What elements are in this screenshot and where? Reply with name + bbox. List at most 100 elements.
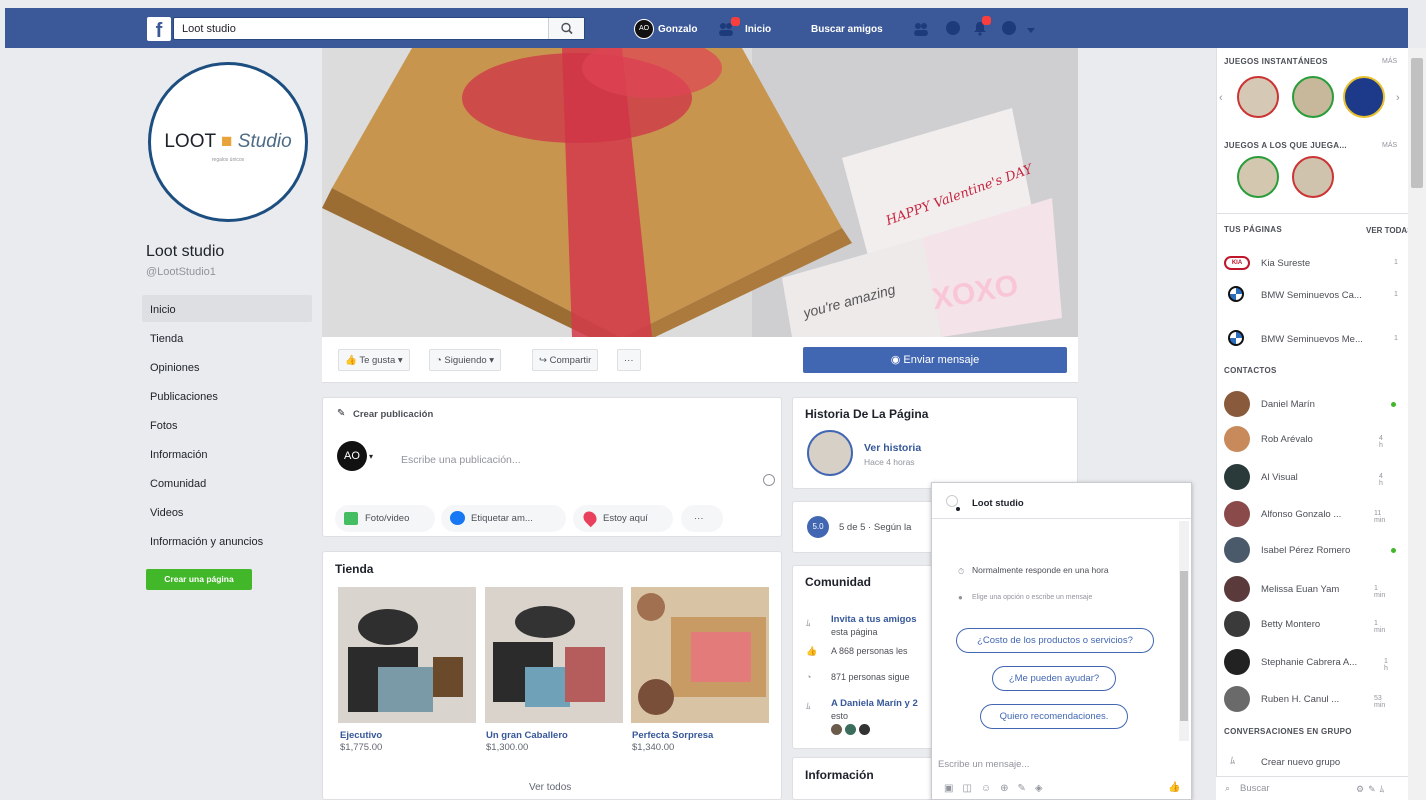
chat-option-help[interactable]: ¿Me pueden ayudar? (992, 666, 1116, 691)
sidebar-options-icons[interactable]: ⚙✎ﾑ (1356, 782, 1388, 795)
left-nav-tienda[interactable]: Tienda (142, 324, 312, 351)
create-group-link[interactable]: Crear nuevo grupo (1261, 757, 1340, 768)
cover-photo[interactable]: HAPPY Valentine's DAY XOXO you're amazin… (322, 48, 1078, 337)
like-button[interactable]: 👍 Te gusta ▾ (338, 349, 410, 371)
played-game-thumbnail-1[interactable] (1237, 156, 1279, 198)
sidebar-divider (1216, 213, 1408, 214)
page-handle[interactable]: @LootStudio1 (146, 266, 216, 278)
search-button[interactable] (548, 18, 584, 39)
user-name-link[interactable]: Gonzalo (658, 24, 697, 35)
played-game-thumbnail-2[interactable] (1292, 156, 1334, 198)
left-nav-informacion[interactable]: Información (142, 440, 312, 467)
friends-avatars[interactable] (831, 724, 881, 736)
composer-input[interactable]: Escribe una publicación... (401, 454, 521, 466)
left-nav-opiniones[interactable]: Opiniones (142, 353, 312, 380)
chat-option-recommendations[interactable]: Quiero recomendaciones. (980, 704, 1128, 729)
shop-item-price-3: $1,340.00 (632, 742, 675, 753)
shop-item-name-2[interactable]: Un gran Caballero (486, 730, 568, 741)
contact-name: Stephanie Cabrera A... (1261, 657, 1358, 668)
shop-item-image-3[interactable] (631, 587, 769, 723)
page-name-label: BMW Seminuevos Me... (1261, 334, 1363, 345)
page-likes-text: A 868 personas les (831, 646, 908, 656)
help-icon[interactable] (1002, 21, 1016, 35)
messenger-icon[interactable] (946, 21, 960, 35)
kia-logo-text: KIA (1231, 260, 1243, 266)
page-name-label: BMW Seminuevos Ca... (1261, 290, 1362, 301)
chat-title[interactable]: Loot studio (972, 498, 1024, 509)
view-story-link[interactable]: Ver historia (864, 442, 921, 454)
followers-icon: ◔ (806, 672, 812, 682)
contact-name: Ruben H. Canul ... (1261, 694, 1340, 705)
game-thumbnail-1[interactable] (1237, 76, 1279, 118)
left-nav-fotos[interactable]: Fotos (142, 411, 312, 438)
contact-last-active: 1 min (1374, 620, 1386, 634)
nav-find-friends-link[interactable]: Buscar amigos (811, 24, 883, 35)
account-menu-chevron-down-icon[interactable] (1027, 25, 1035, 33)
chat-option-cost[interactable]: ¿Costo de los productos o servicios? (956, 628, 1154, 653)
left-nav-videos[interactable]: Videos (142, 498, 312, 525)
shop-item-image-2[interactable] (485, 587, 623, 723)
shop-title[interactable]: Tienda (335, 562, 373, 576)
photo-video-button[interactable]: Foto/video (335, 505, 435, 532)
contact-name: Melissa Euan Yam (1261, 584, 1340, 595)
logo-box-icon: ■ (221, 131, 233, 152)
photo-icon (344, 512, 358, 525)
chat-tool-icons[interactable]: ▣◫☺⊕✎◈ (944, 783, 1052, 794)
friends-like-link[interactable]: A Daniela Marín y 2 (831, 698, 918, 709)
chat-header[interactable] (932, 483, 1191, 519)
kia-logo-icon: KIA (1224, 256, 1250, 270)
game-thumbnail-2[interactable] (1292, 76, 1334, 118)
games-played-heading[interactable]: JUEGOS A LOS QUE JUEGA... (1224, 141, 1347, 150)
shop-item-name-1[interactable]: Ejecutivo (340, 730, 382, 741)
instant-games-heading[interactable]: JUEGOS INSTANTÁNEOS (1224, 57, 1328, 66)
chat-like-thumb-icon[interactable]: 👍 (1168, 782, 1180, 793)
page-scrollbar-thumb[interactable] (1411, 58, 1423, 188)
carousel-next-chevron-icon[interactable]: › (1396, 92, 1400, 104)
instant-games-more-link[interactable]: MÁS (1382, 58, 1397, 65)
community-title[interactable]: Comunidad (805, 575, 871, 589)
nav-home-link[interactable]: Inicio (745, 24, 771, 35)
page-name[interactable]: Loot studio (146, 243, 224, 261)
left-nav-informacion-anuncios[interactable]: Información y anuncios (142, 527, 312, 554)
info-title[interactable]: Información (805, 768, 874, 782)
shop-see-all-link[interactable]: Ver todos (529, 782, 571, 793)
story-time: Hace 4 horas (864, 457, 915, 467)
see-all-pages-link[interactable]: VER TODAS (1366, 226, 1413, 235)
tag-friends-button[interactable]: Etiquetar am... (441, 505, 566, 532)
emoji-icon[interactable] (763, 474, 775, 486)
create-page-button[interactable]: Crear una página (146, 569, 252, 590)
shop-item-name-3[interactable]: Perfecta Sorpresa (632, 730, 713, 741)
chat-scrollbar[interactable] (1179, 521, 1189, 741)
composer-avatar[interactable]: AO (337, 441, 367, 471)
chat-input[interactable]: Escribe un mensaje... (938, 758, 1184, 776)
sidebar-search-input[interactable]: Buscar (1240, 783, 1270, 794)
games-played-more-link[interactable]: MÁS (1382, 142, 1397, 149)
send-message-button[interactable]: ◉ Enviar mensaje (803, 347, 1067, 373)
page-scrollbar[interactable] (1408, 48, 1426, 800)
page-profile-picture[interactable]: LOOT ■ Studio regalos únicos (148, 62, 308, 222)
facebook-logo-icon[interactable]: f (147, 17, 171, 42)
story-thumbnail[interactable] (807, 430, 853, 476)
left-nav-inicio[interactable]: Inicio (142, 295, 312, 322)
carousel-prev-chevron-icon[interactable]: ‹ (1219, 92, 1223, 104)
like-label: Te gusta (359, 355, 396, 366)
invite-friends-link[interactable]: Invita a tus amigos (831, 614, 917, 625)
share-button[interactable]: ↪ Compartir (532, 349, 599, 371)
check-in-button[interactable]: Estoy aquí (573, 505, 673, 532)
shop-item-image-1[interactable] (338, 587, 476, 723)
left-nav-publicaciones[interactable]: Publicaciones (142, 382, 312, 409)
search-input[interactable]: Loot studio (173, 17, 585, 40)
user-avatar[interactable]: AO (634, 19, 654, 39)
friend-requests-icon[interactable] (913, 22, 929, 36)
chat-online-dot (956, 507, 960, 511)
composer-more-button[interactable]: ··· (681, 505, 723, 532)
left-nav-comunidad[interactable]: Comunidad (142, 469, 312, 496)
more-actions-button[interactable]: ··· (617, 349, 641, 371)
chevron-down-icon[interactable]: ▾ (369, 452, 373, 461)
left-nav-label: Videos (150, 507, 184, 519)
following-button[interactable]: ◔ Siguiendo ▾ (429, 349, 502, 371)
game-thumbnail-3[interactable] (1343, 76, 1385, 118)
create-post-title[interactable]: Crear publicación (353, 409, 433, 420)
chat-scrollbar-thumb[interactable] (1180, 571, 1188, 721)
your-pages-heading[interactable]: TUS PÁGINAS (1224, 225, 1282, 234)
